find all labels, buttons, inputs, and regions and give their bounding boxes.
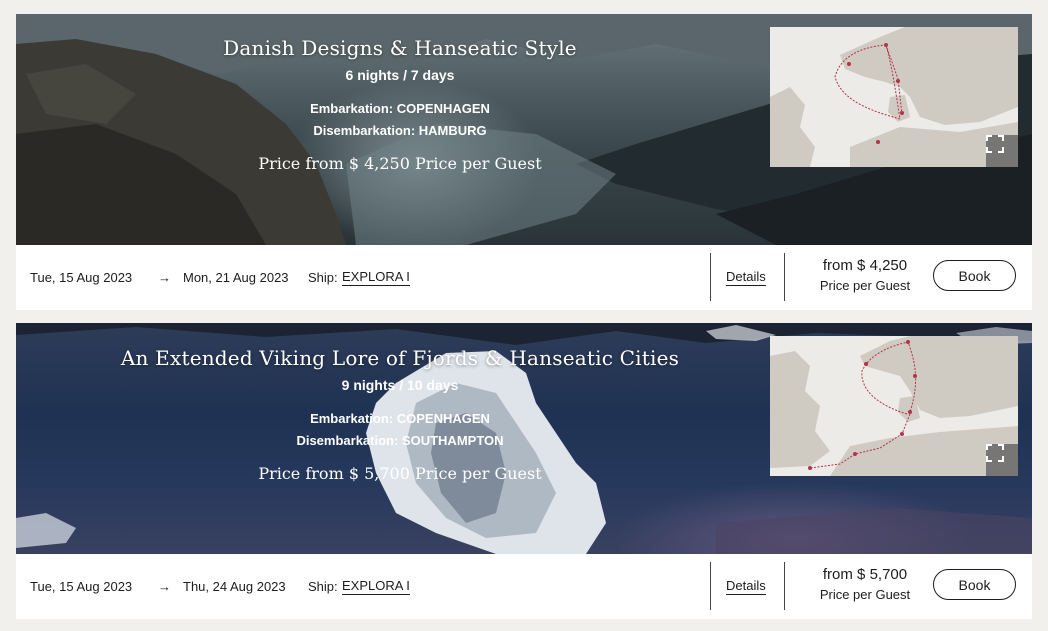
price-from: from $ 5,700: [822, 566, 908, 583]
details-link[interactable]: Details: [726, 554, 766, 619]
divider: [784, 562, 785, 610]
details-link[interactable]: Details: [726, 245, 766, 310]
route-map-image: [770, 27, 1018, 167]
disembarkation-port: Disembarkation: SOUTHAMPTON: [296, 433, 504, 448]
divider: [710, 562, 711, 610]
right-arrow-icon: →: [158, 579, 171, 594]
price-per-guest: Price per Guest: [819, 587, 911, 602]
divider: [784, 253, 785, 301]
cruise-hero-image: An Extended Viking Lore of Fjords & Hans…: [16, 323, 1032, 554]
price-box: from $ 5,700 Price per Guest: [790, 566, 940, 602]
route-map[interactable]: [770, 27, 1018, 167]
ship-link[interactable]: EXPLORA I: [342, 554, 410, 619]
start-date: Tue, 15 Aug 2023: [30, 270, 133, 285]
cruise-card: An Extended Viking Lore of Fjords & Hans…: [16, 323, 1032, 619]
ship-link[interactable]: EXPLORA I: [342, 245, 410, 310]
expand-map-button[interactable]: [986, 444, 1018, 476]
hero-price: Price from $ 5,700 Price per Guest: [258, 464, 542, 483]
cruise-info-bar: Tue, 15 Aug 2023 → Thu, 24 Aug 2023 Ship…: [16, 554, 1032, 619]
ship-name[interactable]: EXPLORA I: [342, 578, 410, 595]
cruise-info-bar: Tue, 15 Aug 2023 → Mon, 21 Aug 2023 Ship…: [16, 245, 1032, 310]
expand-icon: [986, 135, 1004, 153]
start-date: Tue, 15 Aug 2023: [30, 579, 133, 594]
ship-label: Ship:: [308, 270, 338, 285]
embarkation-port: Embarkation: COPENHAGEN: [310, 411, 490, 426]
end-date: Mon, 21 Aug 2023: [183, 270, 289, 285]
ship-label: Ship:: [308, 579, 338, 594]
cruise-duration: 9 nights / 10 days: [341, 377, 459, 393]
route-map[interactable]: [770, 336, 1018, 476]
book-button[interactable]: Book: [933, 260, 1016, 291]
cruise-hero-image: Danish Designs & Hanseatic Style 6 night…: [16, 14, 1032, 245]
disembarkation-port: Disembarkation: HAMBURG: [313, 123, 487, 138]
price-per-guest: Price per Guest: [819, 278, 911, 293]
details-label[interactable]: Details: [726, 269, 766, 286]
cruise-card: Danish Designs & Hanseatic Style 6 night…: [16, 14, 1032, 310]
details-label[interactable]: Details: [726, 578, 766, 595]
price-box: from $ 4,250 Price per Guest: [790, 257, 940, 293]
divider: [710, 253, 711, 301]
hero-price: Price from $ 4,250 Price per Guest: [258, 154, 542, 173]
embarkation-port: Embarkation: COPENHAGEN: [310, 101, 490, 116]
expand-map-button[interactable]: [986, 135, 1018, 167]
price-from: from $ 4,250: [822, 257, 908, 274]
cruise-title: Danish Designs & Hanseatic Style: [223, 36, 577, 60]
expand-icon: [986, 444, 1004, 462]
right-arrow-icon: →: [158, 270, 171, 285]
route-map-image: [770, 336, 1018, 476]
cruise-duration: 6 nights / 7 days: [345, 67, 455, 83]
cruise-title: An Extended Viking Lore of Fjords & Hans…: [120, 346, 680, 370]
ship-name[interactable]: EXPLORA I: [342, 269, 410, 286]
end-date: Thu, 24 Aug 2023: [183, 579, 286, 594]
book-button[interactable]: Book: [933, 569, 1016, 600]
